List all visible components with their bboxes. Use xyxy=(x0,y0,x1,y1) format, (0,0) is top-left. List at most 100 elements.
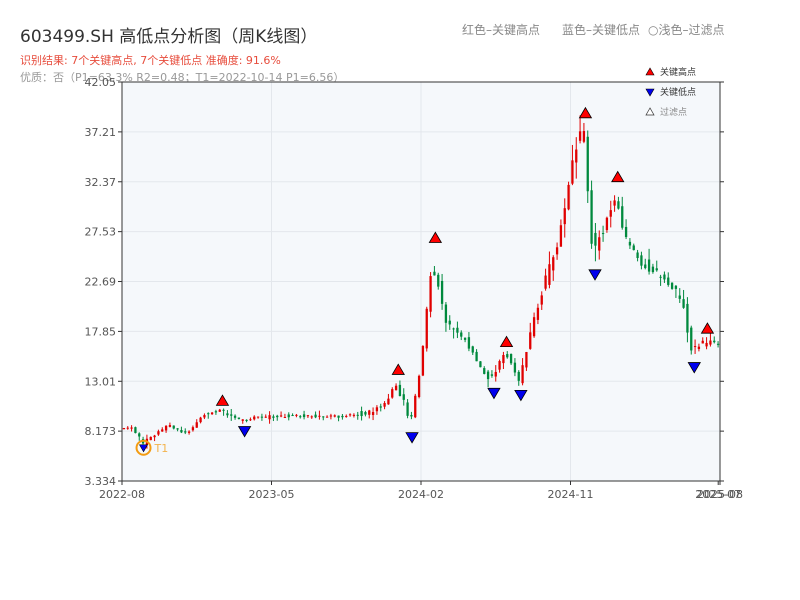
candle-body xyxy=(636,252,639,259)
candle-body xyxy=(417,375,421,398)
candle-body xyxy=(644,264,647,269)
candle-body xyxy=(199,417,202,423)
candle-body xyxy=(621,206,624,228)
candle-body xyxy=(287,414,290,418)
y-tick-label: 22.69 xyxy=(85,276,117,289)
candle-body xyxy=(348,414,352,416)
candle-body xyxy=(601,233,605,235)
candle-body xyxy=(502,354,505,364)
candle-body xyxy=(176,428,179,430)
candle-body xyxy=(276,415,279,418)
candle-body xyxy=(713,340,716,343)
y-tick-label: 42.05 xyxy=(85,76,117,89)
candle-body xyxy=(475,351,478,362)
candle-body xyxy=(651,266,655,273)
candle-body xyxy=(230,414,233,416)
candle-body xyxy=(203,415,206,418)
candle-body xyxy=(352,414,356,416)
candle-body xyxy=(130,427,133,429)
candle-body xyxy=(164,425,168,431)
candle-body xyxy=(268,415,271,420)
candle-body xyxy=(452,328,455,330)
candle-body xyxy=(437,274,440,287)
candle-body xyxy=(674,285,678,289)
x-tick-label: 2024-11 xyxy=(548,488,594,501)
y-tick-label: 13.01 xyxy=(85,375,117,388)
candle-body xyxy=(260,416,264,418)
candle-body xyxy=(253,416,256,420)
candle-body xyxy=(433,271,436,276)
x-tick-label: 2022-08 xyxy=(99,488,145,501)
candle-body xyxy=(609,210,612,217)
candle-body xyxy=(456,327,459,333)
candle-body xyxy=(498,361,501,370)
legend-label: 关键低点 xyxy=(660,86,696,98)
candle-body xyxy=(214,411,218,413)
candle-body xyxy=(517,371,520,381)
candle-body xyxy=(448,320,451,325)
candle-body xyxy=(705,342,708,347)
candle-body xyxy=(467,337,471,349)
candle-body xyxy=(256,416,260,418)
candle-body xyxy=(149,436,152,441)
candle-body xyxy=(184,431,187,433)
candle-body xyxy=(613,200,616,206)
candle-body xyxy=(506,354,509,358)
candle-body xyxy=(440,280,444,304)
candle-body xyxy=(126,427,129,429)
candle-body xyxy=(172,425,175,429)
candle-body xyxy=(670,282,674,289)
candle-body xyxy=(153,435,156,438)
candle-body xyxy=(490,374,494,376)
candle-body xyxy=(663,274,666,280)
candle-body xyxy=(690,327,693,351)
candle-body xyxy=(318,415,321,417)
candle-body xyxy=(410,415,413,417)
candle-body xyxy=(421,346,425,376)
candle-body xyxy=(406,402,409,416)
candle-body xyxy=(375,407,379,412)
candle-body xyxy=(272,416,275,418)
y-tick-label: 32.37 xyxy=(85,176,117,189)
candle-body xyxy=(647,259,651,272)
candle-body xyxy=(138,433,141,437)
legend-label: 关键高点 xyxy=(660,66,696,78)
candle-body xyxy=(283,417,287,419)
candle-body xyxy=(218,409,221,412)
candle-body xyxy=(494,371,497,377)
candle-body xyxy=(575,149,578,163)
candle-body xyxy=(544,275,547,289)
candle-body xyxy=(264,416,267,418)
candle-body xyxy=(463,337,467,340)
candle-body xyxy=(693,346,697,348)
candle-body xyxy=(536,307,540,320)
candle-body xyxy=(310,416,313,418)
candle-body xyxy=(168,425,172,427)
candle-body xyxy=(532,317,536,337)
candle-body xyxy=(479,361,482,368)
candle-body xyxy=(322,416,325,418)
candle-body xyxy=(617,201,620,209)
candle-body xyxy=(655,268,658,271)
candle-body xyxy=(582,131,586,142)
candle-body xyxy=(605,217,609,231)
candle-body xyxy=(325,416,329,418)
candle-body xyxy=(314,414,317,418)
candle-body xyxy=(716,343,720,345)
candle-body xyxy=(509,353,513,364)
candle-body xyxy=(425,308,428,349)
candle-body xyxy=(233,415,237,418)
candle-body xyxy=(567,184,570,210)
candle-body xyxy=(483,368,486,374)
candle-body xyxy=(678,295,681,299)
candle-body xyxy=(222,409,225,411)
candle-body xyxy=(279,415,283,417)
candle-body xyxy=(529,332,532,349)
candle-body xyxy=(697,346,701,349)
candle-body xyxy=(624,226,628,238)
candle-body xyxy=(371,412,375,416)
candle-body xyxy=(540,295,543,305)
candle-body xyxy=(578,131,582,141)
candle-body xyxy=(157,431,160,435)
candle-body xyxy=(345,415,348,417)
